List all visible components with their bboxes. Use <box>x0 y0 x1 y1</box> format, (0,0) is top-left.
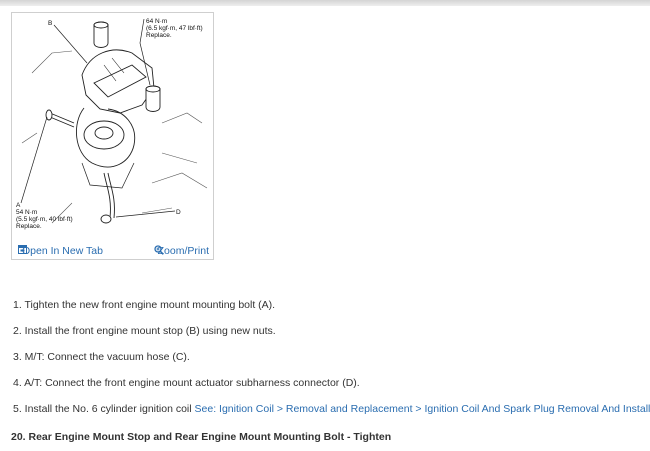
zoom-print-link[interactable]: Zoom/Print <box>153 245 209 257</box>
figure-footer: Open In New Tab Zoom/Print <box>13 244 212 260</box>
open-in-new-tab-link[interactable]: Open In New Tab <box>18 245 103 257</box>
callout-a-torque-line3: Replace. <box>16 223 42 230</box>
callout-top-torque-line3: Replace. <box>146 32 172 39</box>
callout-top-torque-line1: 64 N·m <box>146 18 167 25</box>
zoom-print-label: Zoom/Print <box>157 245 209 257</box>
open-in-new-tab-label: Open In New Tab <box>22 245 103 257</box>
engine-mount-diagram: B 64 N·m (6.5 kgf·m, 47 lbf·ft) Replace.… <box>16 18 208 230</box>
step-3: 3. M/T: Connect the vacuum hose (C). <box>13 351 190 363</box>
diagram-figure: B 64 N·m (6.5 kgf·m, 47 lbf·ft) Replace.… <box>11 12 214 260</box>
top-scroll-bar <box>0 0 650 6</box>
section-heading: 20. Rear Engine Mount Stop and Rear Engi… <box>11 431 392 443</box>
step-2: 2. Install the front engine mount stop (… <box>13 325 276 337</box>
step-5-text: 5. Install the No. 6 cylinder ignition c… <box>13 403 195 415</box>
step-5: 5. Install the No. 6 cylinder ignition c… <box>13 403 650 415</box>
step-1: 1. Tighten the new front engine mount mo… <box>13 299 276 311</box>
ignition-coil-link[interactable]: See: Ignition Coil > Removal and Replace… <box>195 403 650 415</box>
callout-d-label: D <box>176 209 181 216</box>
callout-a-label: A <box>16 202 21 209</box>
step-4: 4. A/T: Connect the front engine mount a… <box>13 377 360 389</box>
callout-top-torque-line2: (6.5 kgf·m, 47 lbf·ft) <box>146 25 203 32</box>
callout-a-torque-line1: 54 N·m <box>16 209 37 216</box>
callout-b-label: B <box>48 20 52 27</box>
callout-a-torque-line2: (5.5 kgf·m, 40 lbf·ft) <box>16 216 73 223</box>
